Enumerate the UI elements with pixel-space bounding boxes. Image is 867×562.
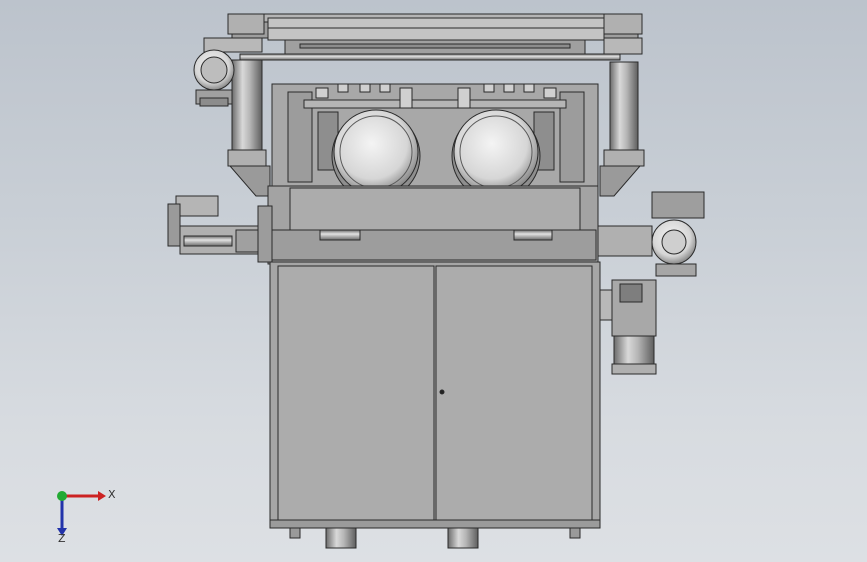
axis-triad: X Z [57,488,116,544]
left-actuator [167,195,273,263]
middle-band [267,185,599,265]
z-axis-label: Z [58,532,66,544]
upper-housing [271,83,599,189]
left-column [193,37,271,197]
right-column [599,37,645,197]
right-motor [597,191,705,277]
cabinet-feet [289,527,581,549]
x-axis-label: X [108,488,116,501]
x-axis-arrow [98,491,106,501]
top-frame [227,13,643,61]
right-gearbox [599,279,657,375]
cad-viewport[interactable]: X Z [0,0,867,562]
cabinet [269,261,601,529]
machine-model[interactable] [0,0,867,562]
y-axis-dot [57,491,67,501]
